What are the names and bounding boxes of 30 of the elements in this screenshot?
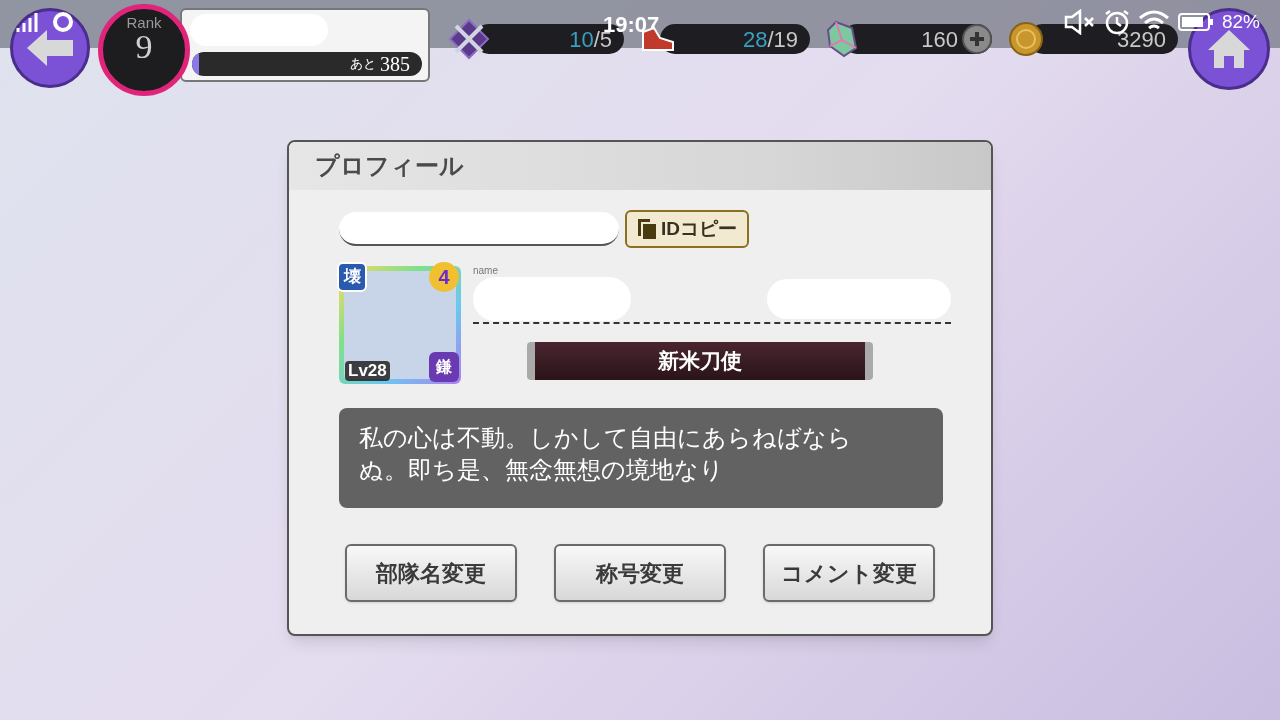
left-arrow-icon [25,28,75,68]
coin-count: 3290 [1117,25,1166,54]
coin-icon [1008,21,1044,57]
profile-button[interactable]: 称号変更 [554,544,726,602]
plus-icon [969,31,985,47]
rank-number: 9 [135,30,153,64]
battery-percent: 82% [1221,10,1260,34]
gem-count: 160 [921,25,958,54]
profile-button[interactable]: コメント変更 [763,544,935,602]
exp-prefix: あと [350,55,376,74]
rarity-badge: 4 [429,262,459,292]
add-button[interactable] [962,24,992,54]
attribute-badge: 壊 [337,262,367,292]
exp-remaining: 385 [380,52,410,76]
home-icon [1206,28,1252,70]
crystal-icon [826,20,858,58]
stamina-count: 28/19 [742,25,798,54]
id-copy-button[interactable]: IDコピー [625,210,749,248]
rank-label: Rank [126,15,162,30]
weapon-badge: 鎌 [429,352,459,382]
copy-icon [637,218,657,240]
battery-icon [1177,13,1214,32]
comment-text: 私の心は不動。しかして自由にあらねばならぬ。即ち是、無念無想の境地なり [359,423,853,485]
name-label: name [473,266,499,276]
title-text: 新米刀使 [658,348,742,375]
profile-button[interactable]: 部隊名変更 [345,544,517,602]
card-level: Lv28 [345,361,390,381]
ring-icon [52,11,74,33]
muted-speaker-icon [1063,9,1096,36]
dialog-title: プロフィール [315,151,464,181]
